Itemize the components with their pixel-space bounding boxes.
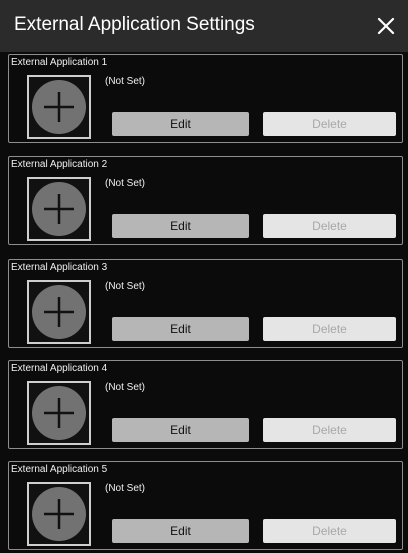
external-application-entry-4: External Application 4 (Not Set) Edit De… bbox=[8, 360, 403, 449]
plus-circle-icon bbox=[32, 487, 86, 541]
plus-circle-icon bbox=[32, 80, 86, 134]
entry-title: External Application 2 bbox=[11, 159, 108, 170]
plus-circle-icon bbox=[32, 182, 86, 236]
delete-button[interactable]: Delete bbox=[263, 519, 396, 543]
delete-button[interactable]: Delete bbox=[263, 418, 396, 442]
edit-button[interactable]: Edit bbox=[112, 214, 249, 238]
application-icon-picker[interactable] bbox=[27, 280, 91, 344]
close-button[interactable] bbox=[370, 10, 402, 42]
delete-button[interactable]: Delete bbox=[263, 214, 396, 238]
external-application-entry-3: External Application 3 (Not Set) Edit De… bbox=[8, 259, 403, 348]
entry-title: External Application 4 bbox=[11, 363, 108, 374]
application-status: (Not Set) bbox=[105, 382, 146, 393]
application-status: (Not Set) bbox=[105, 76, 146, 87]
entry-title: External Application 1 bbox=[11, 57, 108, 68]
application-icon-picker[interactable] bbox=[27, 482, 91, 546]
application-status: (Not Set) bbox=[105, 178, 146, 189]
application-list: External Application 1 (Not Set) Edit De… bbox=[8, 52, 408, 553]
application-icon-picker[interactable] bbox=[27, 177, 91, 241]
edit-button[interactable]: Edit bbox=[112, 317, 249, 341]
edit-button[interactable]: Edit bbox=[112, 519, 249, 543]
application-icon-picker[interactable] bbox=[27, 381, 91, 445]
plus-circle-icon bbox=[32, 285, 86, 339]
entry-title: External Application 3 bbox=[11, 262, 108, 273]
external-application-entry-5: External Application 5 (Not Set) Edit De… bbox=[8, 461, 403, 550]
delete-button[interactable]: Delete bbox=[263, 112, 396, 136]
delete-button[interactable]: Delete bbox=[263, 317, 396, 341]
application-status: (Not Set) bbox=[105, 483, 146, 494]
plus-circle-icon bbox=[32, 386, 86, 440]
external-application-entry-2: External Application 2 (Not Set) Edit De… bbox=[8, 156, 403, 245]
external-application-settings-window: External Application Settings External A… bbox=[0, 0, 408, 553]
entry-title: External Application 5 bbox=[11, 464, 108, 475]
edit-button[interactable]: Edit bbox=[112, 418, 249, 442]
title-bar: External Application Settings bbox=[0, 0, 408, 52]
external-application-entry-1: External Application 1 (Not Set) Edit De… bbox=[8, 54, 403, 143]
application-status: (Not Set) bbox=[105, 281, 146, 292]
window-title: External Application Settings bbox=[14, 14, 255, 35]
edit-button[interactable]: Edit bbox=[112, 112, 249, 136]
application-icon-picker[interactable] bbox=[27, 75, 91, 139]
close-icon bbox=[377, 17, 395, 35]
